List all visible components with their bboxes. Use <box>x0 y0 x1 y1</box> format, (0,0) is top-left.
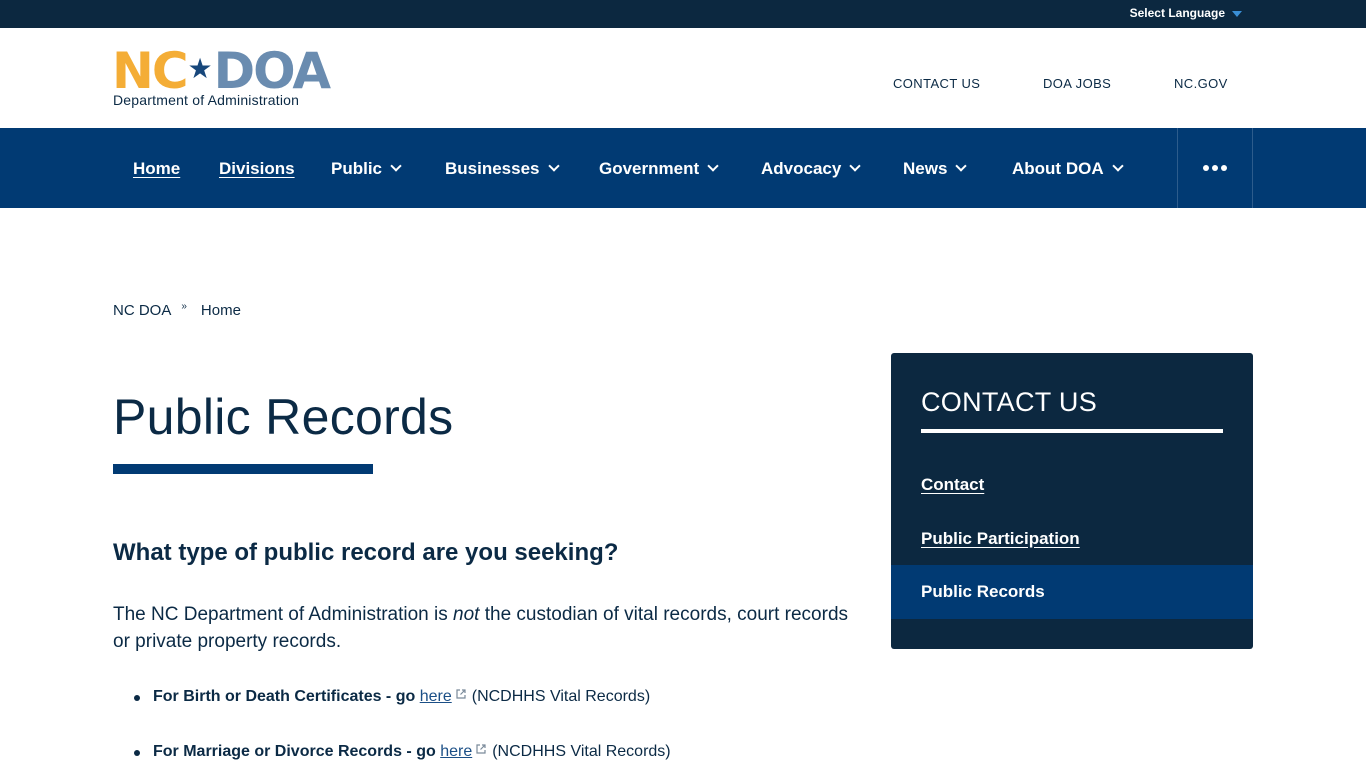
nav-item-label: News <box>903 159 948 178</box>
main-nav: Home Divisions Public Businesses Governm… <box>0 128 1366 208</box>
breadcrumb-item-nc-doa[interactable]: NC DOA <box>113 302 171 319</box>
dot <box>1203 165 1209 171</box>
vital-records-link[interactable]: here <box>440 743 472 760</box>
records-list: For Birth or Death Certificates - go her… <box>113 685 853 768</box>
ellipsis-icon <box>1203 165 1227 171</box>
external-link-icon <box>456 689 466 699</box>
chevron-down-icon <box>1111 160 1124 172</box>
sidebar-link-public-participation[interactable]: Public Participation <box>891 512 1253 566</box>
language-select[interactable]: Select Language <box>1130 6 1242 20</box>
nav-item-label: Government <box>599 159 700 178</box>
contact-sidebar: CONTACT US Contact Public Participation … <box>891 353 1253 649</box>
header-link-doa-jobs[interactable]: DOA JOBS <box>1043 76 1111 91</box>
breadcrumb-item-home[interactable]: Home <box>201 302 241 319</box>
nav-item-public[interactable]: Public <box>331 159 402 179</box>
star-icon: ★ <box>187 52 213 85</box>
nav-item-label: Businesses <box>445 159 540 178</box>
list-item: For Marriage or Divorce Records - go her… <box>113 740 853 768</box>
chevron-down-icon <box>849 160 861 172</box>
nav-item-label: Divisions <box>219 159 295 178</box>
nav-item-home[interactable]: Home <box>133 159 180 179</box>
nav-item-label: Public <box>331 159 383 178</box>
vital-records-link[interactable]: here <box>420 688 452 705</box>
intro-emphasis: not <box>453 604 480 625</box>
breadcrumb: NC DOA » Home <box>113 301 241 319</box>
nav-item-label: Home <box>133 159 181 178</box>
intro-paragraph: The NC Department of Administration is n… <box>113 601 853 655</box>
site-logo[interactable]: NC★DOA Department of Administration <box>112 46 352 110</box>
nav-item-businesses[interactable]: Businesses <box>445 159 560 179</box>
nav-item-divisions[interactable]: Divisions <box>219 159 295 179</box>
dot <box>1221 165 1227 171</box>
list-item-suffix: (NCDHHS Vital Records) <box>471 688 651 705</box>
page-title: Public Records <box>113 389 454 445</box>
header-link-contact-us[interactable]: CONTACT US <box>893 76 980 91</box>
external-link-icon <box>476 744 486 754</box>
site-header: NC★DOA Department of Administration CONT… <box>0 28 1366 128</box>
nav-item-government[interactable]: Government <box>599 159 719 179</box>
utility-bar: Select Language <box>0 0 1366 28</box>
nav-item-advocacy[interactable]: Advocacy <box>761 159 861 179</box>
dot <box>1212 165 1218 171</box>
nav-item-news[interactable]: News <box>903 159 968 179</box>
list-item-suffix: (NCDHHS Vital Records) <box>492 743 671 760</box>
chevron-down-icon <box>390 160 402 172</box>
header-link-nc-gov[interactable]: NC.GOV <box>1174 76 1228 91</box>
chevron-down-icon <box>547 160 560 172</box>
list-item-text: For Marriage or Divorce Records - go <box>153 743 436 760</box>
sidebar-link-contact[interactable]: Contact <box>891 458 1253 512</box>
sidebar-link-label: Public Participation <box>921 529 1080 548</box>
list-item: For Birth or Death Certificates - go her… <box>113 685 853 740</box>
sidebar-divider <box>921 429 1223 433</box>
sidebar-title: CONTACT US <box>921 387 1098 417</box>
caret-down-icon <box>1232 10 1242 17</box>
title-underline <box>113 464 373 474</box>
chevron-down-icon <box>707 160 719 172</box>
sidebar-link-label: Contact <box>921 475 985 494</box>
nav-item-label: About DOA <box>1012 159 1104 178</box>
section-heading: What type of public record are you seeki… <box>113 539 619 566</box>
nav-item-about-doa[interactable]: About DOA <box>1012 159 1124 179</box>
nav-more-button[interactable] <box>1177 128 1253 208</box>
nav-item-label: Advocacy <box>761 159 842 178</box>
breadcrumb-separator: » <box>181 301 187 312</box>
language-select-label: Select Language <box>1129 6 1225 20</box>
list-item-text: For Birth or Death Certificates - go <box>153 688 416 705</box>
sidebar-link-public-records[interactable]: Public Records <box>891 565 1253 619</box>
logo-subtitle: Department of Administration <box>113 92 300 108</box>
sidebar-link-label: Public Records <box>921 582 1045 601</box>
intro-text-start: The NC Department of Administration is <box>113 604 454 625</box>
chevron-down-icon <box>955 160 968 172</box>
